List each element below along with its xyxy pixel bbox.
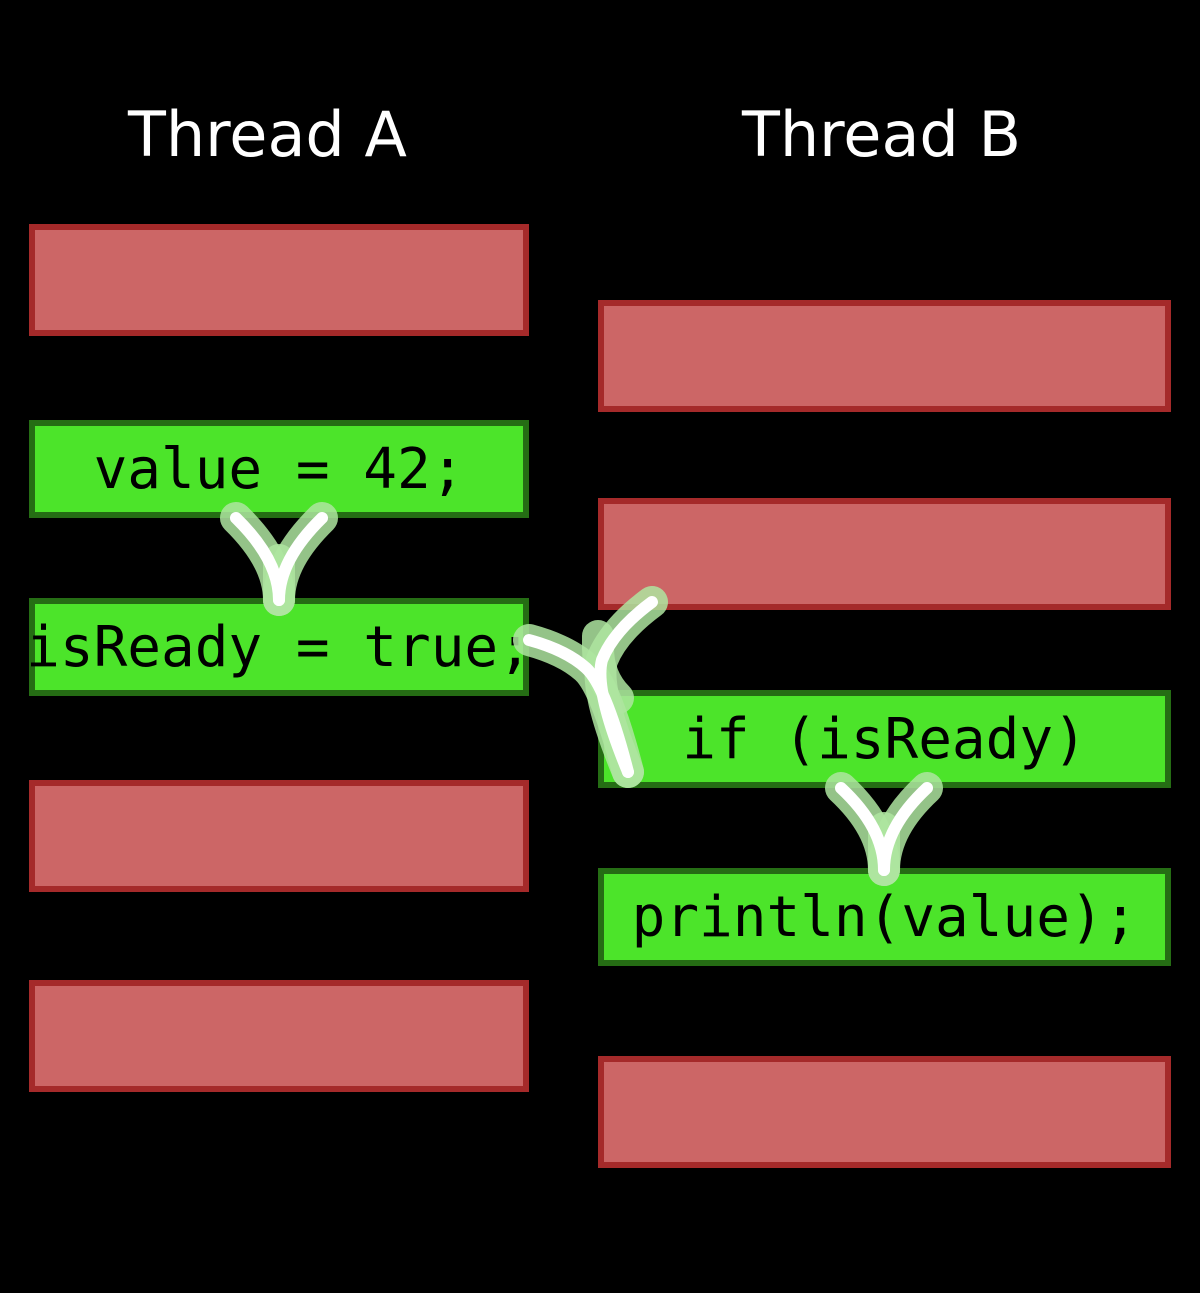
thread-b-title: Thread B xyxy=(742,98,1021,171)
diagram-stage: Thread A Thread B value = 42; isReady = … xyxy=(0,0,1200,1293)
thread-b-check-isready: if (isReady) xyxy=(598,690,1171,788)
thread-a-block-3 xyxy=(29,980,529,1092)
code-print-value: println(value); xyxy=(632,885,1138,950)
code-assign-isready: isReady = true; xyxy=(26,615,532,680)
thread-a-assign-isready: isReady = true; xyxy=(29,598,529,696)
thread-a-block-1 xyxy=(29,224,529,336)
thread-a-assign-value: value = 42; xyxy=(29,420,529,518)
thread-b-block-1 xyxy=(598,300,1171,412)
thread-b-block-2 xyxy=(598,498,1171,610)
thread-a-title: Thread A xyxy=(128,98,407,171)
code-check-isready: if (isReady) xyxy=(682,707,1087,772)
thread-a-block-2 xyxy=(29,780,529,892)
connector-value-to-isready xyxy=(236,518,322,600)
code-assign-value: value = 42; xyxy=(94,437,465,502)
thread-b-print-value: println(value); xyxy=(598,868,1171,966)
thread-b-block-3 xyxy=(598,1056,1171,1168)
connector-if-to-println xyxy=(841,788,927,870)
